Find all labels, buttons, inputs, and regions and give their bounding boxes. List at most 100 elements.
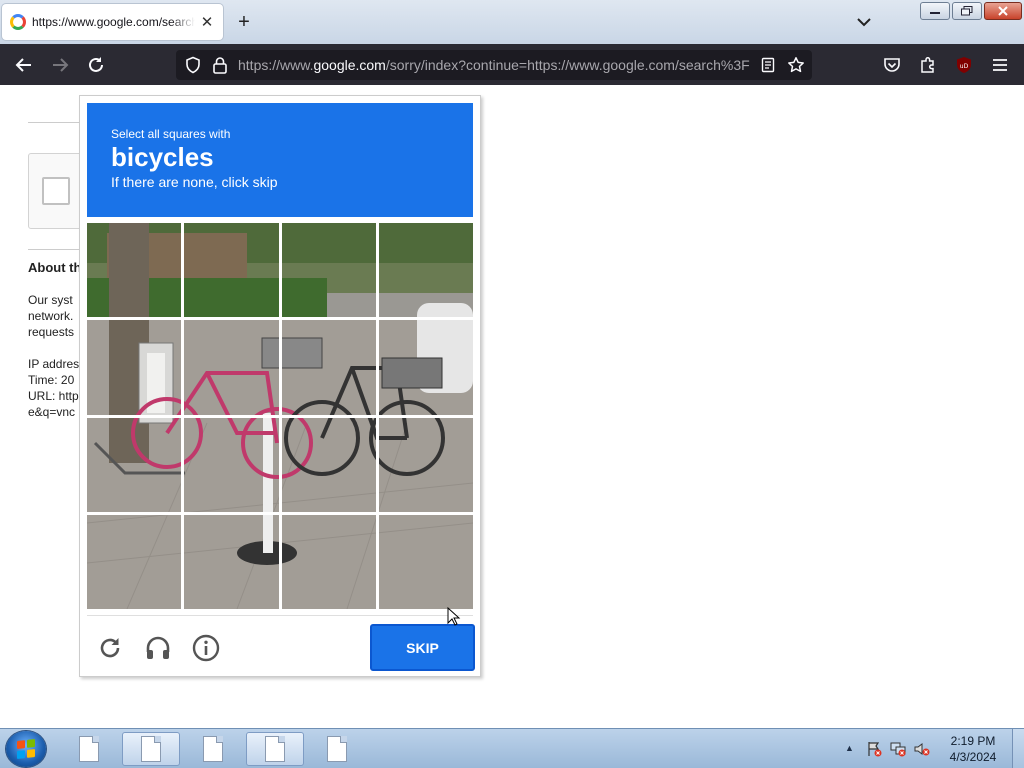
skip-button[interactable]: SKIP [370, 624, 475, 671]
image-tile[interactable] [378, 223, 473, 318]
volume-muted-icon[interactable] [914, 741, 930, 757]
ublock-origin-icon: uD [957, 57, 971, 73]
pocket-icon [884, 58, 900, 72]
document-icon [141, 736, 161, 762]
minimize-button[interactable] [920, 2, 950, 20]
image-tile[interactable] [378, 320, 473, 415]
tile-image [281, 223, 376, 318]
tab-title: https://www.google.com/search?q=vnc [32, 15, 195, 29]
taskbar-item[interactable] [308, 732, 366, 766]
document-icon [265, 736, 285, 762]
image-tile[interactable] [378, 514, 473, 609]
image-tile[interactable] [184, 417, 279, 512]
taskbar-item[interactable] [122, 732, 180, 766]
action-center-flag-icon[interactable] [866, 741, 882, 757]
image-tile[interactable] [87, 320, 182, 415]
restore-button[interactable] [952, 2, 982, 20]
image-tile[interactable] [281, 320, 376, 415]
image-tile[interactable] [184, 514, 279, 609]
tile-image [378, 223, 473, 318]
reload-challenge-button[interactable] [95, 633, 125, 663]
close-icon [998, 6, 1008, 16]
image-tile[interactable] [378, 417, 473, 512]
tile-image [184, 417, 279, 512]
image-tile[interactable] [184, 320, 279, 415]
tab-close-icon[interactable]: ✕ [199, 13, 215, 31]
audio-challenge-button[interactable] [143, 633, 173, 663]
tile-image [87, 320, 182, 415]
headphones-icon [146, 636, 170, 659]
start-button[interactable] [6, 731, 46, 767]
info-icon [192, 634, 220, 662]
document-icon [327, 736, 347, 762]
tile-image [87, 223, 182, 318]
bookmark-star-icon[interactable] [787, 56, 805, 74]
reader-view-icon[interactable] [760, 57, 776, 73]
help-button[interactable] [191, 633, 221, 663]
tile-image [184, 223, 279, 318]
back-button[interactable] [11, 52, 37, 78]
minimize-icon [930, 12, 940, 14]
tile-image [281, 514, 376, 609]
chevron-down-icon [857, 18, 871, 27]
new-tab-button[interactable]: + [232, 10, 256, 34]
recaptcha-challenge: Select all squares with bicycles If ther… [79, 95, 481, 677]
taskbar-item[interactable] [60, 732, 118, 766]
tab-strip: https://www.google.com/search?q=vnc ✕ + [0, 0, 1024, 44]
tile-image [184, 514, 279, 609]
challenge-hint: If there are none, click skip [111, 174, 278, 190]
show-desktop-button[interactable] [1012, 729, 1024, 768]
google-favicon-icon [10, 14, 26, 30]
app-menu-button[interactable] [987, 52, 1013, 78]
window-close-button[interactable] [984, 2, 1022, 20]
about-paragraph-line: network. [28, 309, 74, 323]
url-line-continued: e&q=vnc [28, 405, 76, 419]
about-heading: About th [28, 260, 82, 275]
about-paragraph-line: Our syst [28, 293, 73, 307]
system-clock[interactable]: 2:19 PM 4/3/2024 [936, 733, 1010, 765]
image-grid [87, 223, 473, 609]
url-text[interactable]: https://www.google.com/sorry/index?conti… [238, 50, 750, 80]
tile-image [281, 417, 376, 512]
list-all-tabs-button[interactable] [852, 10, 876, 34]
taskbar: ▲ 2:19 PM 4/3/2024 [0, 728, 1024, 768]
image-tile[interactable] [87, 417, 182, 512]
arrow-right-icon [53, 58, 69, 72]
puzzle-icon [921, 56, 934, 73]
forward-button[interactable] [47, 52, 73, 78]
show-hidden-icons-button[interactable]: ▲ [845, 743, 854, 753]
tile-image [184, 320, 279, 415]
tile-image [281, 320, 376, 415]
time-line: Time: 20 [28, 373, 75, 387]
taskbar-item[interactable] [246, 732, 304, 766]
lock-icon[interactable] [212, 56, 228, 74]
network-icon[interactable] [890, 741, 906, 757]
image-tile[interactable] [281, 223, 376, 318]
mouse-cursor-icon [447, 607, 461, 626]
image-tile[interactable] [87, 514, 182, 609]
extensions-button[interactable] [915, 52, 941, 78]
tile-image [378, 417, 473, 512]
footer-divider [87, 615, 473, 616]
image-tile[interactable] [184, 223, 279, 318]
pocket-button[interactable] [879, 52, 905, 78]
recaptcha-checkbox[interactable] [42, 177, 70, 205]
arrow-left-icon [15, 58, 31, 72]
image-tile[interactable] [281, 417, 376, 512]
address-bar[interactable]: https://www.google.com/sorry/index?conti… [176, 50, 812, 80]
challenge-instruction: Select all squares with [111, 127, 231, 141]
ublock-button[interactable]: uD [951, 52, 977, 78]
tile-image [378, 514, 473, 609]
tile-image [87, 514, 182, 609]
browser-tab[interactable]: https://www.google.com/search?q=vnc ✕ [2, 4, 223, 40]
document-icon [203, 736, 223, 762]
tile-image [87, 417, 182, 512]
shield-icon[interactable] [184, 56, 202, 74]
reload-button[interactable] [83, 52, 109, 78]
image-tile[interactable] [87, 223, 182, 318]
image-tile[interactable] [281, 514, 376, 609]
clock-time: 2:19 PM [950, 734, 996, 748]
svg-text:uD: uD [960, 63, 969, 70]
taskbar-item[interactable] [184, 732, 242, 766]
challenge-target: bicycles [111, 142, 214, 172]
